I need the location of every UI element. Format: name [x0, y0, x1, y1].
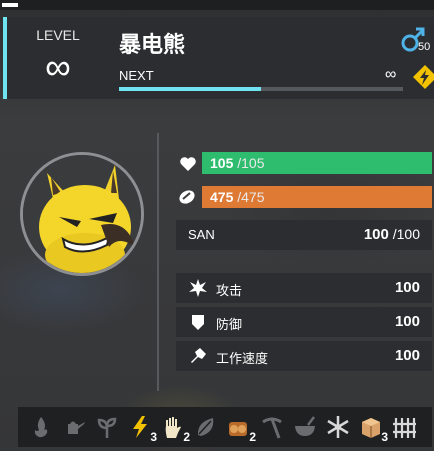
work-skill-lumbering[interactable]: 2 — [224, 412, 256, 444]
electric-element-icon — [413, 65, 434, 89]
handiwork-icon — [165, 417, 181, 438]
stat-value: 100 — [394, 313, 420, 330]
san-label: SAN — [188, 227, 215, 242]
work-skill-level: 2 — [249, 430, 256, 444]
next-value: ∞ — [385, 66, 397, 83]
top-strip — [0, 0, 434, 10]
san-value: 100 /100 — [364, 226, 420, 243]
exp-bar — [119, 87, 403, 91]
mining-icon — [262, 417, 282, 439]
watering-icon — [68, 421, 85, 434]
medicine-icon — [295, 416, 315, 436]
work-suitability-bar: 3 2 2 3 — [18, 407, 432, 447]
level-value: ∞ — [45, 46, 71, 87]
stat-row-attack: 攻击 100 — [176, 273, 432, 303]
pal-portrait-image — [23, 155, 141, 273]
stamina-bar: 475 /475 — [202, 186, 432, 208]
gathering-icon — [197, 418, 214, 436]
farming-icon — [393, 418, 416, 438]
defense-icon — [192, 315, 204, 330]
stat-label: 工作速度 — [216, 351, 269, 366]
work-skill-level: 3 — [381, 430, 388, 444]
work-speed-icon — [191, 348, 206, 363]
hp-text: 105 /105 — [210, 155, 265, 171]
cooling-icon — [327, 416, 349, 438]
food-icon — [179, 190, 195, 204]
transporting-icon — [362, 418, 380, 438]
stat-value: 100 — [394, 347, 420, 364]
stat-label: 攻击 — [216, 283, 243, 298]
stamina-current: 475 — [210, 189, 234, 205]
top-strip-highlight — [2, 3, 18, 7]
work-skill-planting[interactable] — [92, 412, 122, 442]
exp-bar-fill — [119, 87, 261, 91]
pal-info-panel: 暴电熊 50 NEXT ∞ — [113, 17, 434, 99]
hp-max: /105 — [233, 155, 265, 171]
stat-row-work-speed: 工作速度 100 — [176, 341, 432, 371]
planting-icon — [97, 417, 117, 438]
work-skill-kindling[interactable] — [26, 412, 56, 442]
work-skill-gathering[interactable] — [191, 412, 221, 442]
panel-divider — [157, 133, 159, 391]
level-label: LEVEL — [36, 27, 80, 43]
pal-portrait — [20, 152, 144, 276]
hp-current: 105 — [210, 155, 234, 171]
stamina-max: /475 — [233, 189, 265, 205]
hp-bar: 105 /105 — [202, 152, 432, 174]
work-skill-mining[interactable] — [257, 412, 287, 442]
work-skill-transporting[interactable]: 3 — [356, 412, 388, 444]
work-skill-level: 3 — [150, 430, 157, 444]
heart-icon — [180, 157, 196, 171]
work-skill-level: 2 — [183, 430, 190, 444]
attack-icon — [189, 279, 207, 297]
work-skill-cooling[interactable] — [323, 412, 353, 442]
work-skill-watering[interactable] — [59, 412, 89, 442]
work-skill-farming[interactable] — [389, 412, 419, 442]
pal-name: 暴电熊 — [119, 32, 186, 57]
work-skill-medicine[interactable] — [290, 412, 320, 442]
san-current: 100 — [363, 226, 389, 243]
electricity-icon — [133, 416, 147, 438]
next-label: NEXT — [119, 68, 154, 83]
san-max: /100 — [388, 226, 420, 242]
lumbering-icon — [229, 422, 247, 436]
work-skill-electricity[interactable]: 3 — [125, 412, 157, 444]
stamina-text: 475 /475 — [210, 189, 265, 205]
stat-label: 防御 — [216, 317, 243, 332]
work-skill-handiwork[interactable]: 2 — [158, 412, 190, 444]
level-panel: LEVEL ∞ — [3, 17, 113, 99]
stat-row-defense: 防御 100 — [176, 307, 432, 337]
san-row: SAN 100 /100 — [176, 220, 432, 250]
kindling-icon — [34, 417, 48, 438]
stat-value: 100 — [394, 279, 420, 296]
gender-level: 50 — [418, 41, 431, 53]
